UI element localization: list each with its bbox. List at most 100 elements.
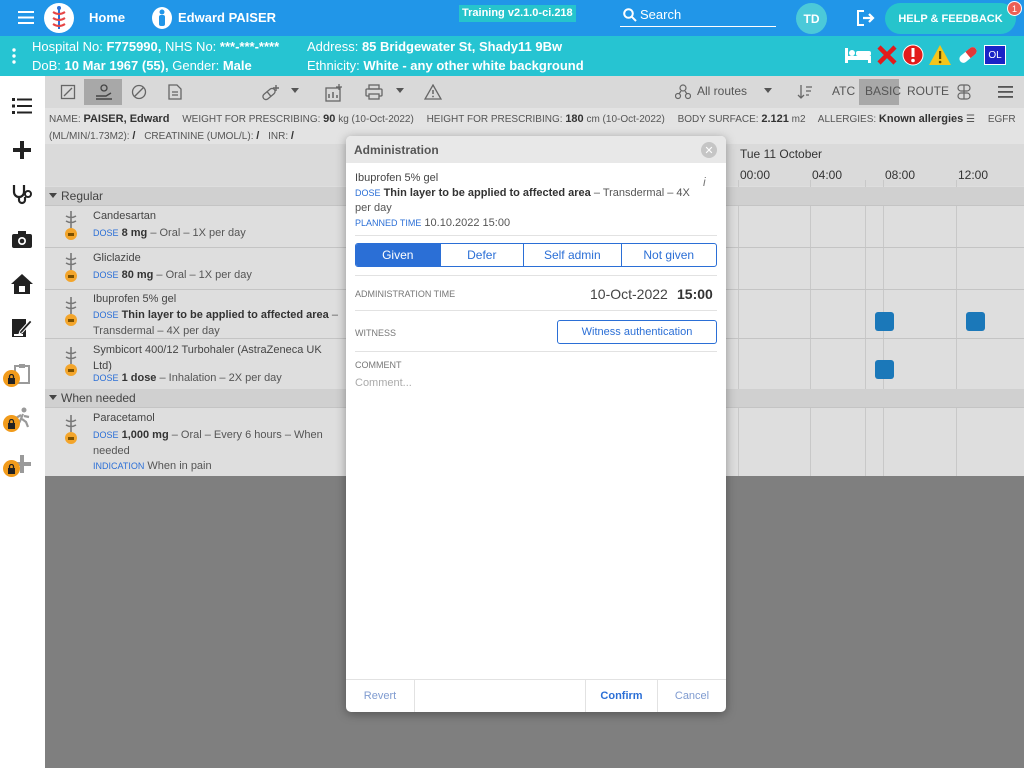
planned-key: PLANNED TIME (355, 218, 422, 228)
basic-button[interactable]: BASIC (865, 84, 901, 98)
chevron-down-icon[interactable] (396, 88, 404, 93)
medication-indication: INDICATION When in pain (93, 458, 343, 474)
chevron-down-icon[interactable] (291, 88, 299, 93)
confirm-button[interactable]: Confirm (586, 680, 657, 712)
home-icon[interactable] (10, 272, 34, 296)
edit-document-icon[interactable] (10, 316, 34, 340)
inr-value: / (290, 130, 294, 142)
allergies-value[interactable]: Known allergies (879, 113, 963, 125)
admin-time-field[interactable]: 15:00 (677, 286, 713, 302)
add-chart-icon[interactable] (325, 84, 343, 102)
sort-icon[interactable] (797, 84, 813, 100)
search-field[interactable]: Search (620, 6, 776, 27)
revert-button[interactable]: Revert (346, 680, 414, 712)
print-icon[interactable] (365, 84, 383, 100)
version-badge: Training v2.1.0-ci.218 (459, 5, 576, 22)
dose-amount: Thin layer to be applied to affected are… (383, 187, 591, 199)
indication-key: INDICATION (93, 461, 145, 471)
stethoscope-icon[interactable] (10, 182, 34, 206)
cancel-button[interactable]: Cancel (658, 680, 726, 712)
dialog-title: Administration (346, 136, 726, 163)
option-self-admin[interactable]: Self admin (523, 244, 620, 266)
name-label: NAME: (49, 114, 81, 125)
alert-icons: OL (844, 44, 1006, 66)
option-defer[interactable]: Defer (439, 244, 524, 266)
ol-badge[interactable]: OL (984, 45, 1006, 65)
day-label: Tue 11 October (740, 147, 823, 161)
app-logo[interactable] (44, 3, 74, 33)
search-icon (623, 8, 637, 22)
divider (414, 680, 415, 712)
comment-label: COMMENT (355, 360, 402, 370)
medication-dose: DOSE 8 mg – Oral – 1X per day (93, 225, 343, 241)
admin-date-field[interactable]: 10-Oct-2022 (590, 286, 668, 302)
medication-name: Gliclazide (93, 252, 141, 264)
atc-button[interactable]: ATC (832, 84, 855, 98)
list-icon[interactable]: ☰ (963, 114, 975, 125)
medication-status-icon (65, 211, 77, 240)
dose-block[interactable] (875, 312, 894, 331)
no-entry-icon[interactable] (131, 84, 147, 100)
bed-icon[interactable] (844, 45, 872, 65)
address-label: Address: (307, 39, 359, 54)
route-button[interactable]: ROUTE (907, 84, 949, 98)
add-icon[interactable] (10, 138, 34, 162)
close-x-icon[interactable] (876, 45, 898, 65)
height-unit: cm (10-Oct-2022) (586, 114, 665, 125)
warning-icon[interactable] (928, 44, 952, 66)
info-icon[interactable]: i (703, 175, 706, 189)
dose-block[interactable] (966, 312, 985, 331)
menu-icon[interactable] (998, 86, 1013, 98)
person-icon (152, 7, 172, 29)
option-not-given[interactable]: Not given (620, 244, 716, 266)
routes-select[interactable]: All routes (697, 84, 747, 98)
comment-input[interactable] (355, 377, 717, 671)
patient-name[interactable]: Edward PAISER (178, 10, 276, 25)
user-avatar[interactable]: TD (796, 3, 827, 34)
egfr-label: EGFR (987, 114, 1016, 125)
creatinine-label: CREATININE (UMOL/L): (144, 131, 254, 142)
administration-dialog: Administration ✕ Ibuprofen 5% gel DOSE T… (346, 136, 726, 712)
camera-icon[interactable] (10, 228, 34, 252)
weight-unit: kg (10-Oct-2022) (338, 114, 414, 125)
option-given[interactable]: Given (356, 244, 440, 266)
pill-group-icon[interactable] (956, 84, 972, 100)
search-placeholder: Search (640, 7, 682, 22)
dose-description: DOSE Thin layer to be applied to affecte… (355, 186, 700, 216)
divider (355, 310, 717, 311)
witness-authentication-button[interactable]: Witness authentication (557, 320, 717, 344)
dose-amount: 1,000 mg (121, 429, 169, 441)
dose-amount: 80 mg (121, 269, 154, 281)
dose-key: DOSE (93, 430, 119, 440)
inr-label: INR: (268, 131, 289, 142)
witness-label: WITNESS (355, 328, 397, 338)
more-vertical-icon[interactable] (12, 48, 16, 64)
medication-status-icon (65, 415, 77, 444)
chart-toolbar: All routes ATC BASIC ROUTE (45, 76, 1024, 108)
nhs-label: NHS No: (165, 39, 217, 54)
dob-label: DoB: (32, 58, 61, 73)
menu-icon[interactable] (18, 11, 34, 24)
dose-key: DOSE (93, 270, 119, 280)
logout-icon[interactable] (856, 9, 876, 27)
edit-square-icon[interactable] (60, 84, 76, 100)
warning-outline-icon[interactable] (424, 84, 442, 100)
help-feedback-button[interactable]: HELP & FEEDBACK (885, 3, 1016, 34)
add-medication-icon[interactable] (261, 84, 281, 102)
medication-status-icon (65, 347, 77, 376)
address-line: Address: 85 Bridgewater St, Shady11 9Bw (307, 39, 562, 54)
close-icon[interactable]: ✕ (701, 142, 717, 158)
document-icon[interactable] (168, 84, 182, 100)
dose-block[interactable] (875, 360, 894, 379)
list-icon[interactable] (10, 94, 34, 118)
home-link[interactable]: Home (89, 10, 125, 25)
alert-error-icon[interactable] (902, 44, 924, 66)
gender-value: Male (222, 58, 252, 73)
chevron-down-icon[interactable] (764, 88, 772, 93)
medication-status-icon (65, 297, 77, 326)
time-label: 08:00 (885, 168, 916, 182)
allergies-label: ALLERGIES: (817, 114, 877, 125)
pill-icon[interactable] (956, 44, 980, 66)
dob-value: 10 Mar 1967 (55), (64, 58, 169, 73)
lock-icon (3, 370, 20, 387)
